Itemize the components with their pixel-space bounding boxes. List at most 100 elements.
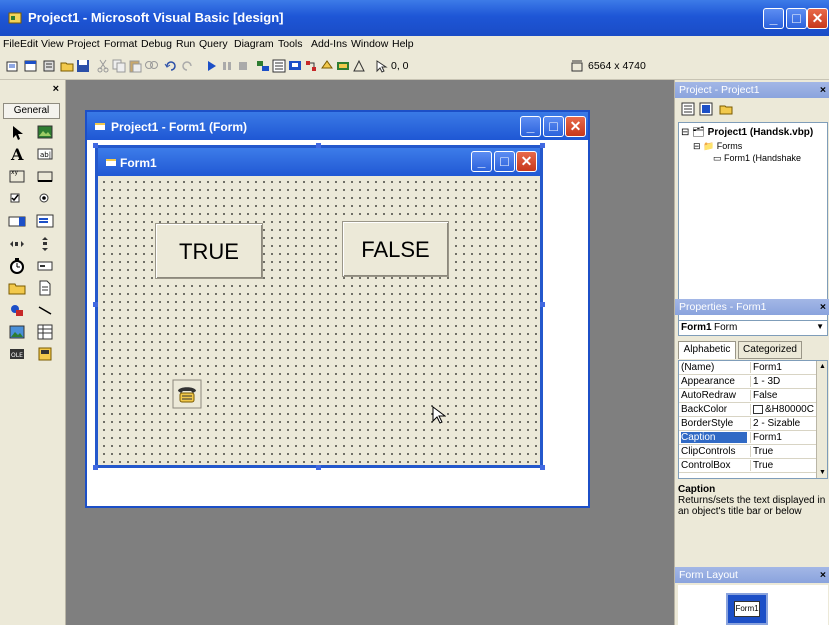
image-tool-icon[interactable] (8, 323, 26, 341)
property-row[interactable]: ClipControls True (679, 445, 816, 459)
tree-collapse-icon[interactable]: ⊟ (681, 127, 689, 138)
project-explorer-close-icon[interactable]: × (820, 84, 826, 96)
drivelistbox-tool-icon[interactable] (36, 257, 54, 275)
resize-handle-sw[interactable] (93, 465, 98, 470)
property-row[interactable]: AutoRedraw False (679, 389, 816, 403)
scroll-down-icon[interactable]: ▼ (819, 469, 826, 476)
form-layout-icon[interactable] (288, 59, 302, 73)
scroll-up-icon[interactable]: ▲ (819, 363, 826, 370)
tree-collapse-forms-icon[interactable]: ⊟ (693, 141, 701, 151)
menu-debug[interactable]: Debug (141, 38, 172, 50)
label-tool-icon[interactable]: A (8, 145, 26, 163)
resize-handle-e[interactable] (540, 302, 545, 307)
resize-handle-s[interactable] (316, 465, 321, 470)
data-tool-icon[interactable] (36, 323, 54, 341)
menu-project[interactable]: Project (67, 38, 100, 50)
cut-icon[interactable] (96, 59, 110, 73)
close-button[interactable]: ✕ (807, 8, 828, 29)
property-row-selected[interactable]: Caption Form1 (679, 431, 816, 445)
designer-maximize-button[interactable]: □ (543, 116, 564, 137)
maximize-button[interactable]: □ (786, 8, 807, 29)
break-icon[interactable] (220, 59, 234, 73)
tab-alphabetic[interactable]: Alphabetic (678, 341, 736, 359)
form1-maximize-button[interactable]: □ (494, 151, 515, 172)
tree-node-forms[interactable]: ⊟ 📁 Forms (693, 141, 742, 152)
menu-diagram[interactable]: Diagram (234, 38, 274, 50)
toolbox-close-icon[interactable]: × (53, 83, 59, 95)
undo-icon[interactable] (164, 59, 178, 73)
resize-handle-se[interactable] (540, 465, 545, 470)
listbox-tool-icon[interactable] (36, 212, 54, 230)
properties-window-icon[interactable] (272, 59, 286, 73)
form1-design-grid[interactable]: TRUE FALSE (98, 176, 540, 465)
property-row[interactable]: ControlBox True (679, 459, 816, 473)
open-icon[interactable] (60, 59, 74, 73)
picturebox-tool-icon[interactable] (36, 123, 54, 141)
menu-tools[interactable]: Tools (278, 38, 303, 50)
commandbutton-tool-icon[interactable] (36, 167, 54, 185)
paste-icon[interactable] (128, 59, 142, 73)
redo-icon[interactable] (180, 59, 194, 73)
line-tool-icon[interactable] (36, 301, 54, 319)
false-button[interactable]: FALSE (342, 221, 449, 277)
view-code-icon[interactable] (681, 102, 695, 116)
properties-close-icon[interactable]: × (820, 301, 826, 313)
toolbox-general-tab[interactable]: General (3, 103, 60, 119)
ole-tool-icon[interactable]: OLE (8, 345, 26, 363)
menu-format[interactable]: Format (104, 38, 137, 50)
toggle-folders-icon[interactable] (719, 102, 733, 116)
object-browser-icon[interactable] (304, 59, 318, 73)
minimize-button[interactable]: _ (763, 8, 784, 29)
designer-minimize-button[interactable]: _ (520, 116, 541, 137)
menu-help[interactable]: Help (392, 38, 414, 50)
view-object-icon[interactable] (699, 102, 713, 116)
form-layout-close-icon[interactable]: × (820, 569, 826, 581)
filelistbox-tool-icon[interactable] (36, 279, 54, 297)
textbox-tool-icon[interactable]: ab| (36, 145, 54, 163)
resize-handle-n[interactable] (316, 143, 321, 148)
combobox-tool-icon[interactable] (8, 212, 26, 230)
menu-edit[interactable]: Edit (20, 38, 38, 50)
form1-minimize-button[interactable]: _ (471, 151, 492, 172)
form1-close-button[interactable]: ✕ (516, 151, 537, 172)
copy-icon[interactable] (112, 59, 126, 73)
timer-tool-icon[interactable] (8, 257, 26, 275)
property-row[interactable]: BackColor &H80000C (679, 403, 816, 417)
dirlistbox-tool-icon[interactable] (8, 279, 26, 297)
menu-file[interactable]: File (3, 38, 20, 50)
resize-handle-nw[interactable] (93, 143, 98, 148)
menu-view[interactable]: View (41, 38, 64, 50)
tree-node-project[interactable]: ⊟ 🗂 Project1 (Handsk.vbp) (681, 127, 813, 138)
resize-handle-ne[interactable] (540, 143, 545, 148)
save-icon[interactable] (76, 59, 90, 73)
start-icon[interactable] (204, 59, 218, 73)
menu-addins[interactable]: Add-Ins (311, 38, 347, 50)
menu-editor-icon[interactable] (42, 59, 56, 73)
visual-component-icon[interactable] (352, 59, 366, 73)
custom-control-icon[interactable] (36, 345, 54, 363)
property-row[interactable]: Appearance 1 - 3D (679, 375, 816, 389)
checkbox-tool-icon[interactable] (8, 189, 26, 207)
tree-node-form1[interactable]: ▭ Form1 (Handshake (713, 153, 801, 164)
add-project-icon[interactable] (6, 59, 20, 73)
mscomm-control-icon[interactable] (172, 379, 202, 409)
add-form-icon[interactable] (24, 59, 38, 73)
project-explorer-icon[interactable] (256, 59, 270, 73)
menu-query[interactable]: Query (199, 38, 228, 50)
property-row[interactable]: (Name) Form1 (679, 361, 816, 375)
find-icon[interactable] (144, 59, 158, 73)
optionbutton-tool-icon[interactable] (36, 189, 54, 207)
chevron-down-icon[interactable]: ▼ (816, 322, 824, 331)
menu-window[interactable]: Window (351, 38, 388, 50)
tab-categorized[interactable]: Categorized (738, 341, 802, 359)
properties-object-select[interactable]: Form1 Form ▼ (678, 320, 828, 336)
designer-close-button[interactable]: ✕ (565, 116, 586, 137)
frame-tool-icon[interactable]: xy (8, 167, 26, 185)
true-button[interactable]: TRUE (155, 223, 263, 279)
properties-vscrollbar[interactable]: ▲ ▼ (816, 361, 827, 478)
data-view-icon[interactable] (336, 59, 350, 73)
hscrollbar-tool-icon[interactable] (8, 235, 26, 253)
form1[interactable]: Form1 _ □ ✕ TRUE FALSE (95, 145, 543, 468)
shape-tool-icon[interactable] (8, 301, 26, 319)
pointer-tool-icon[interactable] (8, 123, 26, 141)
